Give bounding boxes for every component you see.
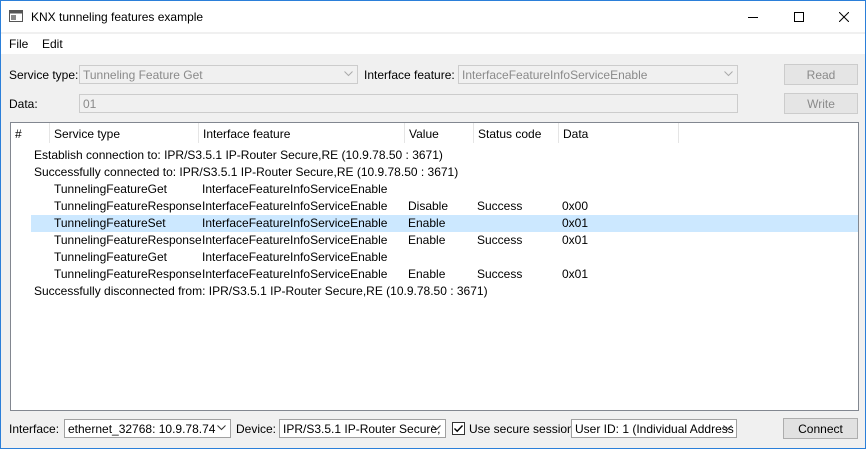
cell-status-code: Success: [477, 199, 523, 213]
interface-feature-dropdown[interactable]: InterfaceFeatureInfoServiceEnable: [458, 65, 738, 84]
interface-dropdown[interactable]: ethernet_32768: 10.9.78.74: [64, 419, 231, 438]
close-icon: [839, 11, 849, 22]
checkmark-icon: [454, 425, 464, 433]
table-row[interactable]: TunnelingFeatureGet InterfaceFeatureInfo…: [11, 181, 858, 198]
chevron-down-icon: [723, 425, 732, 431]
service-type-dropdown[interactable]: Tunneling Feature Get: [79, 65, 358, 84]
data-label: Data:: [9, 97, 38, 111]
column-header-data[interactable]: Data: [559, 123, 679, 143]
cell-interface-feature: InterfaceFeatureInfoServiceEnable: [202, 267, 388, 281]
cell-data: 0x01: [562, 233, 589, 247]
menu-file[interactable]: File: [9, 37, 28, 51]
cell-interface-feature: InterfaceFeatureInfoServiceEnable: [202, 199, 388, 213]
column-header-index[interactable]: #: [11, 123, 50, 143]
user-id-value: User ID: 1 (Individual Address: [575, 422, 734, 436]
read-button[interactable]: Read: [784, 64, 858, 85]
cell-service-type: TunnelingFeatureResponse: [54, 199, 202, 213]
cell-interface-feature: InterfaceFeatureInfoServiceEnable: [202, 233, 388, 247]
table-row[interactable]: TunnelingFeatureGet InterfaceFeatureInfo…: [11, 249, 858, 266]
column-header-status-code[interactable]: Status code: [474, 123, 559, 143]
cell-interface-feature: InterfaceFeatureInfoServiceEnable: [202, 182, 388, 196]
table-row[interactable]: TunnelingFeatureResponse InterfaceFeatur…: [11, 198, 858, 215]
app-window-icon: [9, 10, 23, 22]
secure-session-label[interactable]: Use secure session: [469, 422, 574, 436]
table-row[interactable]: TunnelingFeatureResponse InterfaceFeatur…: [11, 232, 858, 249]
service-type-label: Service type:: [9, 68, 79, 82]
cell-status-code: Success: [477, 267, 523, 281]
column-header-interface-feature[interactable]: Interface feature: [199, 123, 405, 143]
title-bar[interactable]: KNX tunneling features example: [1, 1, 865, 32]
user-id-dropdown[interactable]: User ID: 1 (Individual Address: [571, 419, 737, 438]
maximize-button[interactable]: [776, 1, 822, 32]
cell-value: Enable: [408, 233, 446, 247]
interface-feature-label: Interface feature:: [364, 68, 455, 82]
log-message-text: Successfully disconnected from: IPR/S3.5…: [34, 284, 488, 298]
log-message[interactable]: Successfully connected to: IPR/S3.5.1 IP…: [11, 164, 858, 181]
cell-data: 0x01: [562, 216, 589, 230]
cell-service-type: TunnelingFeatureGet: [54, 250, 167, 264]
write-button[interactable]: Write: [784, 93, 858, 114]
table-row[interactable]: TunnelingFeatureResponse InterfaceFeatur…: [11, 266, 858, 283]
cell-value: Disable: [408, 199, 449, 213]
service-type-value: Tunneling Feature Get: [83, 68, 203, 82]
cell-service-type: TunnelingFeatureSet: [54, 216, 166, 230]
device-dropdown[interactable]: IPR/S3.5.1 IP-Router Secure,: [279, 419, 446, 438]
cell-value: Enable: [408, 216, 446, 230]
log-message[interactable]: Establish connection to: IPR/S3.5.1 IP-R…: [11, 147, 858, 164]
cell-service-type: TunnelingFeatureGet: [54, 182, 167, 196]
window-title: KNX tunneling features example: [31, 10, 204, 24]
log-table[interactable]: # Service type Interface feature Value S…: [10, 122, 859, 411]
chevron-down-icon: [432, 425, 441, 431]
cell-status-code: Success: [477, 233, 523, 247]
minimize-button[interactable]: [730, 1, 776, 32]
cell-data: 0x01: [562, 267, 589, 281]
interface-label: Interface:: [9, 422, 60, 436]
interface-value: ethernet_32768: 10.9.78.74: [68, 422, 216, 436]
log-message[interactable]: Successfully disconnected from: IPR/S3.5…: [11, 283, 858, 300]
secure-session-checkbox[interactable]: [452, 422, 465, 435]
close-button[interactable]: [821, 1, 867, 32]
minimize-icon: [748, 16, 758, 18]
chevron-down-icon: [217, 425, 226, 431]
log-message-text: Establish connection to: IPR/S3.5.1 IP-R…: [34, 148, 443, 162]
chevron-down-icon: [724, 71, 733, 77]
menu-bar: File Edit: [1, 34, 865, 54]
table-row-selected[interactable]: TunnelingFeatureSet InterfaceFeatureInfo…: [31, 215, 858, 232]
column-header-service-type[interactable]: Service type: [50, 123, 199, 143]
interface-feature-value: InterfaceFeatureInfoServiceEnable: [462, 68, 648, 82]
cell-interface-feature: InterfaceFeatureInfoServiceEnable: [202, 250, 388, 264]
device-value: IPR/S3.5.1 IP-Router Secure,: [283, 422, 441, 436]
cell-service-type: TunnelingFeatureResponse: [54, 267, 202, 281]
data-input[interactable]: 01: [79, 94, 738, 113]
cell-value: Enable: [408, 267, 446, 281]
table-header: # Service type Interface feature Value S…: [11, 123, 858, 143]
maximize-icon: [794, 11, 804, 22]
chevron-down-icon: [344, 71, 353, 77]
column-header-value[interactable]: Value: [405, 123, 474, 143]
menu-edit[interactable]: Edit: [42, 37, 63, 51]
cell-interface-feature: InterfaceFeatureInfoServiceEnable: [202, 216, 388, 230]
connect-button[interactable]: Connect: [783, 418, 858, 439]
log-message-text: Successfully connected to: IPR/S3.5.1 IP…: [34, 165, 459, 179]
cell-data: 0x00: [562, 199, 589, 213]
device-label: Device:: [236, 422, 277, 436]
cell-service-type: TunnelingFeatureResponse: [54, 233, 202, 247]
main-window: KNX tunneling features example File Edit…: [0, 0, 866, 449]
